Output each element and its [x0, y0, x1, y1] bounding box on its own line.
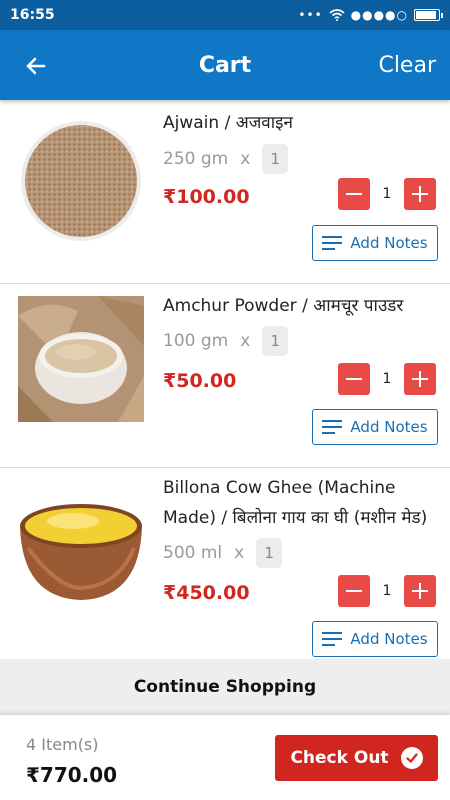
app-bar: Cart Clear [0, 30, 450, 100]
quantity-stepper: 1 [338, 575, 436, 607]
checkout-label: Check Out [290, 748, 389, 768]
product-name: Amchur Powder / आमचूर पाउडर [163, 296, 404, 316]
checkout-button[interactable]: Check Out [275, 735, 438, 781]
pack-qty-badge: 1 [262, 326, 289, 356]
signal-icon: ●●●●○ [350, 8, 408, 22]
cart-item-ghee: Billona Cow Ghee (Machine Made) / बिलोना… [0, 468, 450, 659]
cart-footer: 4 Item(s) ₹770.00 Check Out [0, 715, 450, 800]
wifi-icon [329, 9, 345, 21]
notes-lines-icon [322, 420, 343, 434]
add-notes-label: Add Notes [350, 418, 428, 436]
ajwain-product-image [18, 118, 144, 244]
plus-icon [419, 371, 421, 387]
multiplier-sign: x [240, 149, 251, 169]
item-price: ₹450.00 [163, 582, 250, 604]
increase-quantity-button[interactable] [404, 363, 436, 395]
add-notes-button[interactable]: Add Notes [312, 225, 438, 261]
status-time: 16:55 [10, 7, 55, 23]
add-notes-label: Add Notes [350, 630, 428, 648]
item-price: ₹100.00 [163, 186, 250, 208]
amchur-product-image [18, 296, 144, 422]
product-name: Ajwain / अजवाइन [163, 113, 293, 133]
add-notes-button[interactable]: Add Notes [312, 409, 438, 445]
battery-icon [414, 9, 443, 21]
pack-size-line: 250 gm x 1 [163, 144, 289, 174]
back-arrow-icon[interactable] [20, 50, 52, 82]
check-circle-icon [400, 747, 423, 769]
quantity-value: 1 [382, 186, 392, 202]
add-notes-label: Add Notes [350, 234, 428, 252]
plus-icon [419, 186, 421, 202]
decrease-quantity-button[interactable] [338, 178, 370, 210]
quantity-value: 1 [382, 371, 392, 387]
minus-icon [346, 378, 362, 380]
clear-cart-button[interactable]: Clear [378, 53, 436, 78]
pack-size-line: 100 gm x 1 [163, 326, 289, 356]
quantity-stepper: 1 [338, 178, 436, 210]
increase-quantity-button[interactable] [404, 575, 436, 607]
multiplier-sign: x [234, 543, 245, 563]
decrease-quantity-button[interactable] [338, 363, 370, 395]
status-bar: 16:55 ••• ●●●●○ [0, 0, 450, 30]
status-icons: ••• ●●●●○ [298, 8, 443, 22]
add-notes-button[interactable]: Add Notes [312, 621, 438, 657]
quantity-value: 1 [382, 583, 392, 599]
more-dots-icon: ••• [298, 8, 323, 22]
notes-lines-icon [322, 236, 343, 250]
item-price: ₹50.00 [163, 370, 237, 392]
pack-qty-badge: 1 [262, 144, 289, 174]
multiplier-sign: x [240, 331, 251, 351]
minus-icon [346, 590, 362, 592]
continue-shopping-button[interactable]: Continue Shopping [0, 659, 450, 715]
pack-size: 100 gm [163, 331, 229, 351]
decrease-quantity-button[interactable] [338, 575, 370, 607]
cart-total: ₹770.00 [26, 763, 118, 787]
pack-qty-badge: 1 [256, 538, 283, 568]
cart-item-amchur: Amchur Powder / आमचूर पाउडर 100 gm x 1 ₹… [0, 284, 450, 468]
product-name: Billona Cow Ghee (Machine Made) / बिलोना… [163, 478, 428, 528]
item-count: 4 Item(s) [26, 735, 99, 754]
pack-size: 500 ml [163, 543, 223, 563]
cart-item-ajwain: Ajwain / अजवाइन 250 gm x 1 ₹100.00 1 Add… [0, 100, 450, 284]
notes-lines-icon [322, 632, 343, 646]
minus-icon [346, 193, 362, 195]
increase-quantity-button[interactable] [404, 178, 436, 210]
pack-size-line: 500 ml x 1 [163, 538, 283, 568]
ghee-product-image [18, 488, 144, 614]
pack-size: 250 gm [163, 149, 229, 169]
quantity-stepper: 1 [338, 363, 436, 395]
plus-icon [419, 583, 421, 599]
